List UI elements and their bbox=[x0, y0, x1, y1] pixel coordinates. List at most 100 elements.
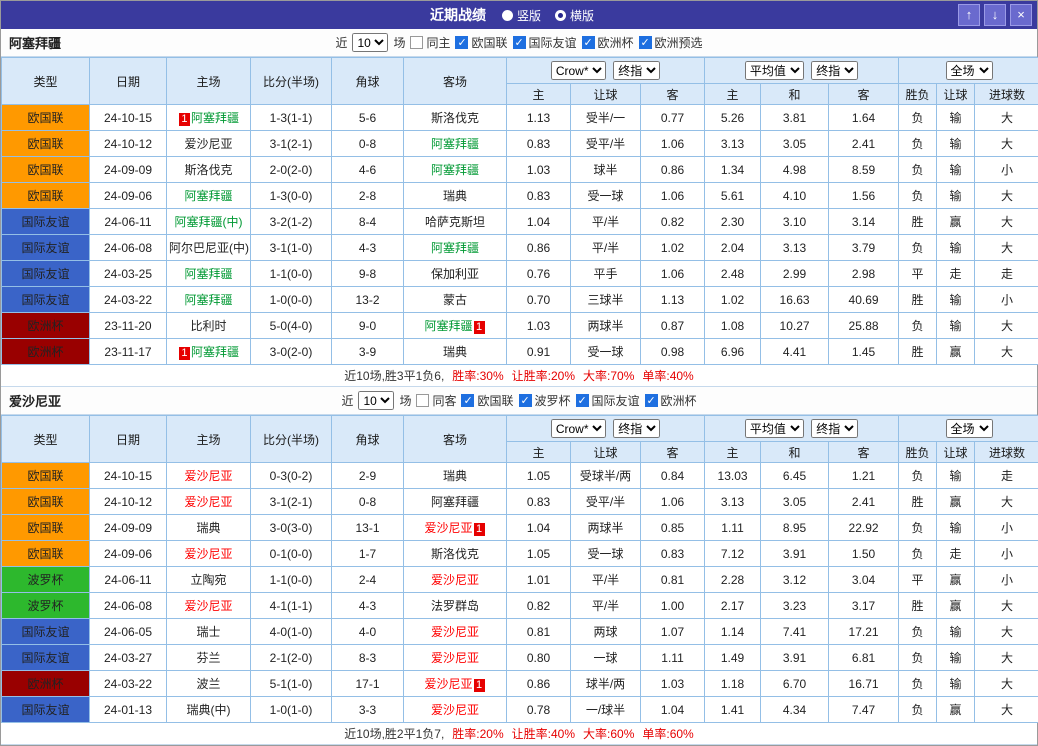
date-cell: 24-06-11 bbox=[90, 567, 167, 593]
scroll-up-button[interactable]: ↑ bbox=[958, 4, 980, 26]
home-team-cell: 阿尔巴尼亚(中) bbox=[167, 235, 251, 261]
result-cell: 胜 bbox=[899, 287, 937, 313]
avg-type-select[interactable]: 终指 bbox=[811, 61, 858, 80]
close-button[interactable]: × bbox=[1010, 4, 1032, 26]
scope-select[interactable]: 全场 bbox=[946, 61, 993, 80]
match-count-select[interactable]: 10 bbox=[358, 391, 394, 410]
corner-cell: 4-0 bbox=[332, 619, 404, 645]
layout-radio-vertical[interactable]: 竖版 bbox=[502, 7, 541, 24]
date-cell: 24-03-22 bbox=[90, 671, 167, 697]
score-cell: 1-1(0-0) bbox=[251, 261, 332, 287]
radio-icon[interactable] bbox=[502, 10, 513, 21]
home-team-cell: 比利时 bbox=[167, 313, 251, 339]
odds-away-cell: 1.07 bbox=[641, 619, 705, 645]
away-team-cell: 保加利亚 bbox=[404, 261, 507, 287]
avg-select[interactable]: 平均值 bbox=[745, 419, 804, 438]
titlebar-buttons: ↑ ↓ × bbox=[958, 4, 1032, 26]
goals-result-cell: 小 bbox=[975, 287, 1038, 313]
team-name-text: 斯洛伐克 bbox=[431, 111, 479, 125]
league-filter-checkbox[interactable]: 国际友谊 bbox=[513, 34, 577, 51]
goals-result-cell: 走 bbox=[975, 261, 1038, 287]
odds-handicap-cell: 受一球 bbox=[571, 541, 641, 567]
team-name-text: 阿塞拜疆 bbox=[184, 293, 232, 307]
team-name: 阿塞拜疆 bbox=[9, 33, 61, 52]
match-count-select[interactable]: 10 bbox=[352, 33, 388, 52]
checkbox-icon[interactable] bbox=[582, 36, 595, 49]
odds-home-cell: 0.78 bbox=[507, 697, 571, 723]
checkbox-icon[interactable] bbox=[410, 36, 423, 49]
away-team-cell: 爱沙尼亚1 bbox=[404, 515, 507, 541]
league-filter-checkbox[interactable]: 欧国联 bbox=[455, 34, 507, 51]
odds-handicap-cell: 球半/两 bbox=[571, 671, 641, 697]
team-name-text: 爱沙尼亚 bbox=[184, 469, 232, 483]
team-name-text: 爱沙尼亚 bbox=[184, 547, 232, 561]
avg-type-select[interactable]: 终指 bbox=[811, 419, 858, 438]
date-cell: 24-06-08 bbox=[90, 235, 167, 261]
score-cell: 3-2(1-2) bbox=[251, 209, 332, 235]
layout-radio-horizontal[interactable]: 横版 bbox=[555, 7, 594, 24]
league-filter-checkbox[interactable]: 波罗杯 bbox=[519, 392, 571, 409]
team-name-text: 比利时 bbox=[190, 319, 226, 333]
checkbox-icon[interactable] bbox=[416, 394, 429, 407]
home-team-cell: 阿塞拜疆 bbox=[167, 287, 251, 313]
corner-cell: 9-0 bbox=[332, 313, 404, 339]
league-filter-checkbox[interactable]: 国际友谊 bbox=[576, 392, 640, 409]
home-team-cell: 芬兰 bbox=[167, 645, 251, 671]
goals-result-cell: 大 bbox=[975, 619, 1038, 645]
scope-select-cell: 全场 bbox=[899, 416, 1038, 442]
radio-icon[interactable] bbox=[555, 10, 566, 21]
corner-cell: 8-3 bbox=[332, 645, 404, 671]
match-row: 波罗杯24-06-08爱沙尼亚4-1(1-1)4-3法罗群岛0.82平/半1.0… bbox=[2, 593, 1038, 619]
same-venue-checkbox[interactable]: 同主 bbox=[410, 34, 450, 51]
odds-source-select[interactable]: Crow* bbox=[551, 61, 606, 80]
home-team-cell: 瑞典 bbox=[167, 515, 251, 541]
col-odds-handicap: 让球 bbox=[571, 442, 641, 463]
team-name-text: 阿塞拜疆 bbox=[431, 495, 479, 509]
league-filter-checkbox[interactable]: 欧洲杯 bbox=[645, 392, 697, 409]
col-handicap-result: 让球 bbox=[937, 442, 975, 463]
avg-select[interactable]: 平均值 bbox=[745, 61, 804, 80]
odds-home-cell: 0.70 bbox=[507, 287, 571, 313]
league-filter-checkbox[interactable]: 欧国联 bbox=[461, 392, 513, 409]
odds-home-cell: 0.80 bbox=[507, 645, 571, 671]
checkbox-icon[interactable] bbox=[513, 36, 526, 49]
checkbox-icon[interactable] bbox=[576, 394, 589, 407]
result-cell: 负 bbox=[899, 131, 937, 157]
home-team-cell: 1阿塞拜疆 bbox=[167, 105, 251, 131]
checkbox-icon[interactable] bbox=[455, 36, 468, 49]
unit-label: 场 bbox=[393, 34, 405, 51]
league-filter-checkbox[interactable]: 欧洲预选 bbox=[639, 34, 703, 51]
filter-controls: 近 10 场 同主 欧国联 国际友谊 bbox=[335, 33, 702, 52]
odds-source-select[interactable]: Crow* bbox=[551, 419, 606, 438]
scroll-down-button[interactable]: ↓ bbox=[984, 4, 1006, 26]
team-name-text: 斯洛伐克 bbox=[184, 163, 232, 177]
odds-away-cell: 0.98 bbox=[641, 339, 705, 365]
odds-away-cell: 1.04 bbox=[641, 697, 705, 723]
score-cell: 1-0(1-0) bbox=[251, 697, 332, 723]
odds-away-cell: 1.13 bbox=[641, 287, 705, 313]
score-cell: 0-3(0-2) bbox=[251, 463, 332, 489]
match-row: 欧洲杯23-11-171阿塞拜疆3-0(2-0)3-9瑞典0.91受一球0.98… bbox=[2, 339, 1038, 365]
checkbox-icon[interactable] bbox=[461, 394, 474, 407]
checkbox-icon[interactable] bbox=[639, 36, 652, 49]
scope-select[interactable]: 全场 bbox=[946, 419, 993, 438]
odds-handicap-cell: 两球 bbox=[571, 619, 641, 645]
odds-away-cell: 0.82 bbox=[641, 209, 705, 235]
avg-home-cell: 2.17 bbox=[705, 593, 761, 619]
odds-type-select[interactable]: 终指 bbox=[613, 61, 660, 80]
avg-home-cell: 5.26 bbox=[705, 105, 761, 131]
same-venue-checkbox[interactable]: 同客 bbox=[416, 392, 456, 409]
away-team-cell: 法罗群岛 bbox=[404, 593, 507, 619]
league-cell: 国际友谊 bbox=[2, 619, 90, 645]
corner-cell: 5-6 bbox=[332, 105, 404, 131]
handicap-result-cell: 输 bbox=[937, 515, 975, 541]
team-name-text: 阿尔巴尼亚(中) bbox=[169, 241, 249, 255]
date-cell: 24-09-09 bbox=[90, 157, 167, 183]
checkbox-icon[interactable] bbox=[645, 394, 658, 407]
home-team-cell: 阿塞拜疆 bbox=[167, 183, 251, 209]
checkbox-icon[interactable] bbox=[519, 394, 532, 407]
league-filter-checkbox[interactable]: 欧洲杯 bbox=[582, 34, 634, 51]
handicap-result-cell: 赢 bbox=[937, 697, 975, 723]
odds-type-select[interactable]: 终指 bbox=[613, 419, 660, 438]
odds-home-cell: 0.76 bbox=[507, 261, 571, 287]
